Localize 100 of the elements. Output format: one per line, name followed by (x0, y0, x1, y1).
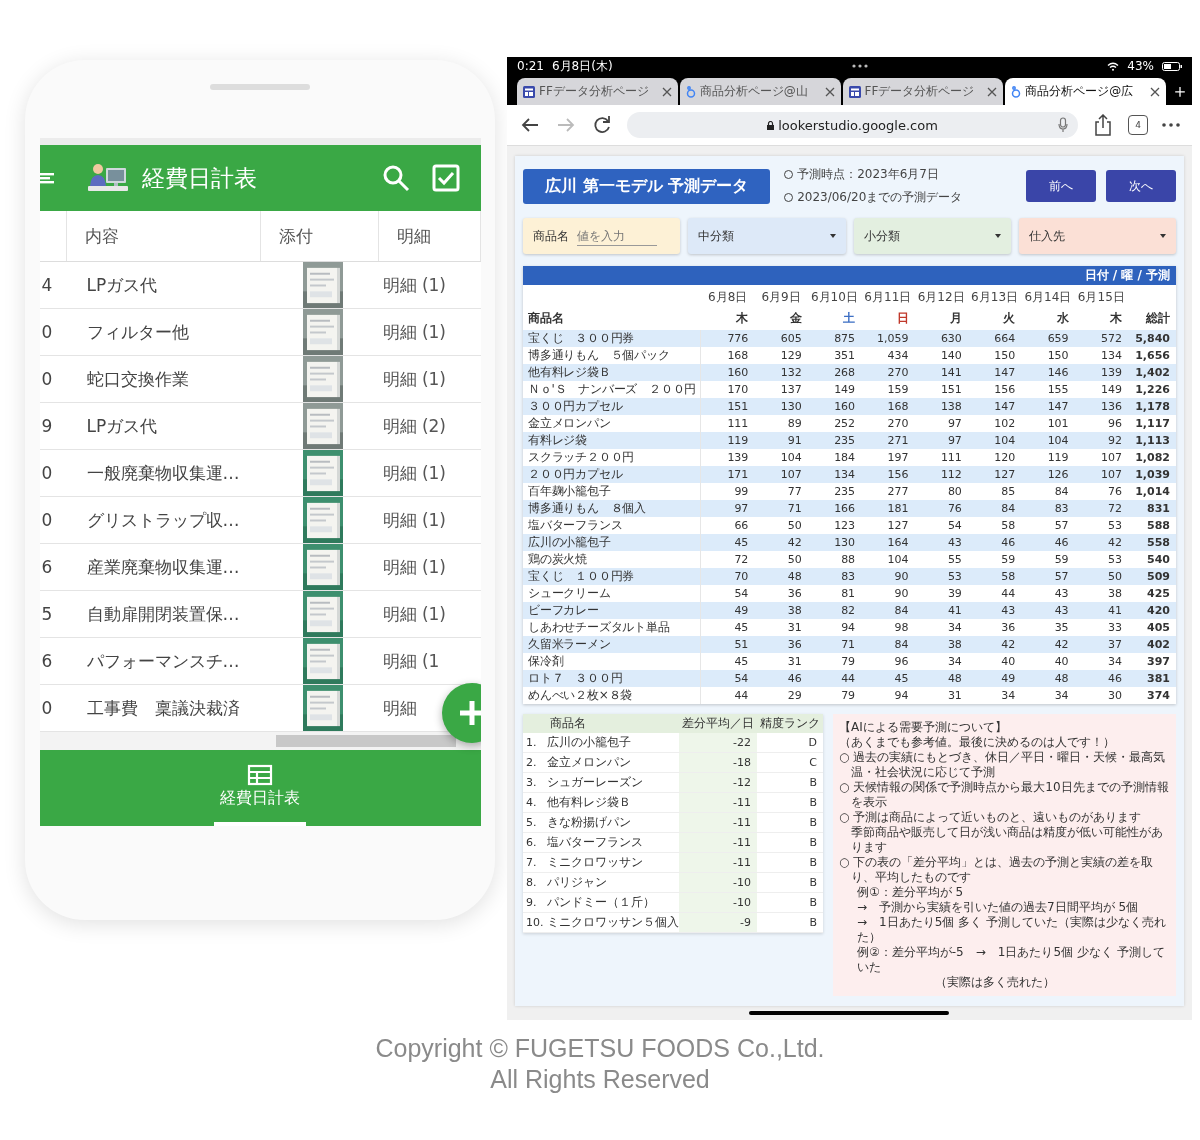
ring-icon (685, 85, 696, 98)
table-cell: 147 (967, 364, 1022, 381)
table-cell: 112 (914, 466, 968, 483)
table-cell-text: 84 (1053, 484, 1070, 500)
table-cell-text: 102 (993, 416, 1017, 432)
table-cell-text: 9 (40, 416, 54, 436)
table-cell: 151 (701, 398, 755, 415)
column-header: 差分平均／日 (681, 715, 755, 732)
checkbox-icon[interactable] (430, 163, 461, 193)
table-cell-text: 123 (833, 518, 857, 534)
table-cell-text: 119 (1046, 450, 1070, 466)
table-cell: ビーフカレー (523, 602, 701, 619)
input-field[interactable]: 値を入力 (577, 226, 657, 246)
tab-count-button[interactable]: 4 (1128, 115, 1148, 135)
table-cell-text: 120 (993, 450, 1017, 466)
detail-link[interactable]: 明細 (1) (382, 367, 446, 391)
table-cell-text: 31 (786, 654, 803, 670)
detail-link[interactable]: 明細 (1) (382, 320, 446, 344)
table-cell: 43 (1021, 602, 1075, 619)
lock-icon (767, 120, 775, 130)
table-cell-text: 35 (1053, 620, 1070, 636)
detail-link[interactable]: 明細 (1) (382, 602, 446, 626)
table-cell: 37 (1074, 636, 1128, 653)
microphone-icon[interactable] (1058, 117, 1068, 133)
table-cell-text: 36 (786, 586, 803, 602)
table-cell-text: 149 (833, 382, 857, 398)
table-cell-text: 50 (786, 552, 803, 568)
table-cell-text: 40 (1000, 654, 1017, 670)
table-cell-text: 588 (1146, 518, 1171, 534)
table-cell-text: 252 (833, 416, 857, 432)
table-cell-text: B (808, 895, 818, 911)
table-cell: 51 (701, 636, 755, 653)
column-header: 6月9日 (760, 289, 802, 306)
table-cell: 38 (754, 602, 808, 619)
table-cell-text: 99 (733, 484, 750, 500)
table-cell: 572 (1074, 330, 1128, 347)
table-cell: 38 (914, 636, 968, 653)
table-cell: 1,178 (1128, 398, 1176, 415)
table-cell-text: 540 (1146, 552, 1171, 568)
page-button[interactable]: 次へ (1106, 170, 1176, 202)
detail-link[interactable]: 明細 (1) (382, 508, 446, 532)
table-cell-text: 34 (1107, 654, 1123, 670)
table-cell: 130 (807, 534, 862, 551)
column-header: 木 (1109, 310, 1123, 327)
detail-link[interactable]: 明細 (382, 696, 417, 720)
table-cell-text: 397 (1146, 654, 1171, 670)
expense-name: 工事費 稟議決裁済 (85, 696, 241, 720)
table-cell-text: 広川の小籠包子 (547, 734, 632, 751)
column-header: 添付 (260, 211, 379, 261)
close-icon[interactable] (661, 86, 672, 97)
detail-link[interactable]: 明細 (1 (382, 649, 440, 673)
dropdown[interactable]: 小分類 (853, 218, 1011, 254)
table-cell-text: 4. (525, 795, 538, 811)
detail-link[interactable]: 明細 (1) (382, 461, 446, 485)
table-cell: 50 (1074, 568, 1128, 585)
table-cell-text: 72 (733, 552, 750, 568)
browser-tab[interactable]: FFデータ分析ページ (517, 78, 678, 105)
table-cell-text: 33 (1107, 620, 1123, 636)
menu-icon[interactable] (39, 170, 56, 186)
close-icon[interactable] (824, 86, 835, 97)
table-cell-text: 7. (525, 855, 538, 871)
table-cell-text: 54 (946, 518, 963, 534)
table-cell-text: 80 (946, 484, 963, 500)
column-header: 6月12日 (916, 289, 966, 306)
table-cell: 48 (1021, 670, 1075, 687)
table-cell-text: 277 (886, 484, 910, 500)
browser-tab[interactable]: 商品分析ページ@山 (679, 78, 841, 105)
expense-name: 自動扉開閉装置保… (85, 602, 241, 626)
address-bar[interactable]: lookerstudio.google.com (627, 112, 1078, 138)
column-header: 商品名 (549, 715, 587, 732)
layout-icon (523, 85, 535, 98)
table-cell-text: 9. (525, 895, 538, 911)
share-icon[interactable] (1092, 114, 1114, 136)
table-cell-text: 34 (946, 654, 963, 670)
detail-link[interactable]: 明細 (1) (382, 273, 446, 297)
table-cell: 420 (1128, 602, 1176, 619)
note-text: ○ 天候情報の関係で予測時点から最大10日先までの予測情報を表示 (839, 780, 1170, 810)
note-text: ○ 過去の実績にもとづき、休日／平日・曜日・天候・最高気温・社会状況に応じて予測 (839, 750, 1167, 780)
detail-link[interactable]: 明細 (2) (382, 414, 446, 438)
dropdown[interactable]: 仕入先 (1018, 218, 1176, 254)
expense-name: LPガス代 (85, 414, 159, 438)
table-cell-text: 140 (939, 348, 963, 364)
page-button[interactable]: 前へ (1026, 170, 1096, 202)
table-cell-text: D (807, 735, 818, 751)
table-cell-text: 29 (786, 688, 803, 704)
table-cell: 72 (1074, 500, 1128, 517)
table-cell: 41 (914, 602, 968, 619)
column-header: 木 (735, 310, 750, 327)
table-cell: 97 (701, 500, 755, 517)
more-icon[interactable] (1162, 123, 1180, 127)
dropdown[interactable]: 中分類 (688, 218, 846, 254)
table-cell-text: 10. (525, 915, 545, 931)
table-cell-text: 156 (993, 382, 1017, 398)
browser-tab[interactable]: 商品分析ページ@広 (1005, 78, 1166, 105)
close-icon[interactable] (987, 86, 998, 97)
filter-panel[interactable]: 商品名 値を入力 (523, 218, 681, 254)
browser-tab[interactable]: FFデータ分析ページ (842, 78, 1004, 105)
table-cell: -11 (679, 813, 757, 832)
detail-link[interactable]: 明細 (1) (382, 555, 446, 579)
close-icon[interactable] (1150, 86, 1160, 97)
